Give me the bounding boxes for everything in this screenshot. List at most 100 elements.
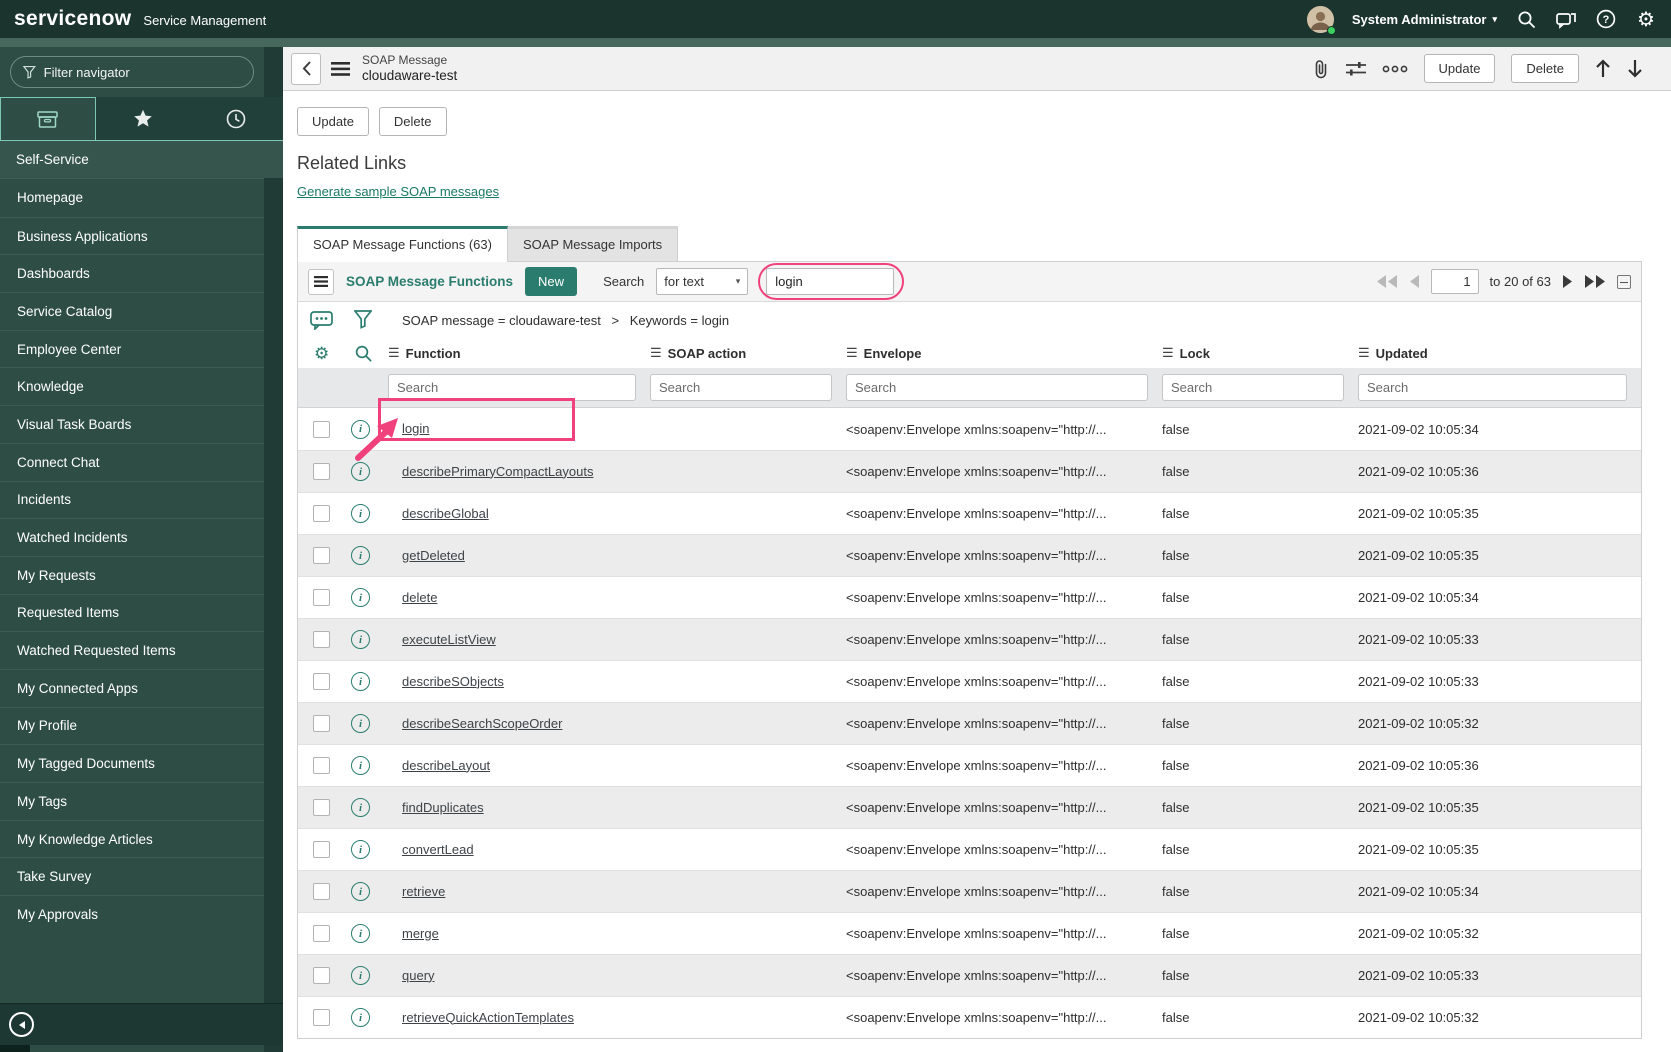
function-link[interactable]: describeSearchScopeOrder xyxy=(402,716,562,731)
header-update-button[interactable]: Update xyxy=(1423,54,1496,83)
row-checkbox[interactable] xyxy=(312,547,330,564)
column-header-updated[interactable]: ☰ Updated xyxy=(1358,345,1641,361)
function-link[interactable]: describeLayout xyxy=(402,758,490,773)
record-context-menu[interactable] xyxy=(331,61,350,76)
sidebar-nav-item[interactable]: Visual Task Boards xyxy=(0,405,283,443)
filter-funnel-icon[interactable] xyxy=(354,309,372,331)
info-icon[interactable]: i xyxy=(351,714,370,733)
function-link[interactable]: executeListView xyxy=(402,632,496,647)
function-link[interactable]: getDeleted xyxy=(402,548,465,563)
next-page-icon[interactable] xyxy=(1562,275,1573,288)
info-icon[interactable]: i xyxy=(351,966,370,985)
attachment-paperclip-icon[interactable] xyxy=(1312,59,1330,79)
user-menu[interactable]: System Administrator ▾ xyxy=(1352,12,1497,27)
personalize-sliders-icon[interactable] xyxy=(1345,61,1366,77)
tab-soap-message-imports[interactable]: SOAP Message Imports xyxy=(507,226,679,262)
function-link[interactable]: convertLead xyxy=(402,842,474,857)
minimize-list-icon[interactable] xyxy=(1617,274,1631,289)
function-link[interactable]: describeSObjects xyxy=(402,674,504,689)
last-page-icon[interactable] xyxy=(1584,275,1606,288)
envelope-column-search[interactable] xyxy=(846,374,1148,401)
breadcrumb-keywords[interactable]: Keywords = login xyxy=(630,313,729,328)
scroll-down-arrow-icon[interactable] xyxy=(1627,59,1643,78)
list-context-menu-button[interactable] xyxy=(308,268,334,295)
filter-navigator[interactable] xyxy=(10,56,254,88)
sidebar-nav-item[interactable]: My Knowledge Articles xyxy=(0,819,283,858)
help-icon[interactable]: ? xyxy=(1595,8,1617,30)
new-button[interactable]: New xyxy=(525,267,578,296)
function-link[interactable]: login xyxy=(402,421,429,436)
info-icon[interactable]: i xyxy=(351,1008,370,1027)
sidebar-nav-item[interactable]: My Connected Apps xyxy=(0,668,283,707)
row-checkbox[interactable] xyxy=(312,1009,330,1026)
row-checkbox[interactable] xyxy=(312,967,330,984)
column-header-function[interactable]: ☰ Function xyxy=(388,345,650,361)
sidebar-nav-item[interactable]: My Approvals xyxy=(0,895,283,933)
back-button[interactable] xyxy=(291,52,321,85)
connect-chat-icon[interactable] xyxy=(1555,8,1577,30)
info-icon[interactable]: i xyxy=(351,588,370,607)
personalize-list-gear-icon[interactable]: ⚙ xyxy=(314,345,329,362)
sidebar-nav-item[interactable]: My Tagged Documents xyxy=(0,744,283,782)
updated-column-search[interactable] xyxy=(1358,374,1627,401)
info-icon[interactable]: i xyxy=(351,419,370,439)
row-checkbox[interactable] xyxy=(312,925,330,942)
row-checkbox[interactable] xyxy=(312,715,330,732)
function-link[interactable]: describeGlobal xyxy=(402,506,489,521)
column-search-toggle-icon[interactable] xyxy=(355,345,372,362)
info-icon[interactable]: i xyxy=(351,630,370,649)
delete-button[interactable]: Delete xyxy=(378,107,447,136)
info-icon[interactable]: i xyxy=(351,756,370,775)
user-avatar[interactable] xyxy=(1306,5,1336,35)
sidebar-nav-item[interactable]: My Tags xyxy=(0,782,283,820)
sidebar-nav-item[interactable]: Business Applications xyxy=(0,216,283,255)
collapse-sidebar-button[interactable] xyxy=(9,1012,34,1037)
info-icon[interactable]: i xyxy=(351,924,370,943)
function-link[interactable]: describePrimaryCompactLayouts xyxy=(402,464,593,479)
sidebar-nav-item[interactable]: Requested Items xyxy=(0,593,283,632)
update-button[interactable]: Update xyxy=(297,107,369,136)
column-header-envelope[interactable]: ☰ Envelope xyxy=(846,345,1162,361)
row-checkbox[interactable] xyxy=(312,757,330,774)
function-link[interactable]: retrieveQuickActionTemplates xyxy=(402,1010,574,1025)
sidebar-nav-item[interactable]: Watched Incidents xyxy=(0,518,283,556)
sidebar-nav-item[interactable]: Dashboards xyxy=(0,254,283,292)
row-checkbox[interactable] xyxy=(312,841,330,858)
sidebar-nav-item[interactable]: Take Survey xyxy=(0,857,283,895)
sidebar-nav-item[interactable]: Incidents xyxy=(0,480,283,519)
scroll-up-arrow-icon[interactable] xyxy=(1595,59,1611,78)
row-checkbox[interactable] xyxy=(312,799,330,816)
tab-all-applications[interactable] xyxy=(0,97,96,140)
lock-column-search[interactable] xyxy=(1162,374,1344,401)
header-delete-button[interactable]: Delete xyxy=(1511,54,1579,83)
filter-navigator-input[interactable] xyxy=(43,64,241,80)
info-icon[interactable]: i xyxy=(351,882,370,901)
page-number-input[interactable] xyxy=(1430,269,1479,294)
search-mode-select[interactable]: for text ▾ xyxy=(656,268,749,295)
function-link[interactable]: query xyxy=(402,968,435,983)
function-link[interactable]: merge xyxy=(402,926,439,941)
info-icon[interactable]: i xyxy=(351,798,370,817)
row-checkbox[interactable] xyxy=(312,883,330,900)
info-icon[interactable]: i xyxy=(351,672,370,691)
nav-section-self-service[interactable]: Self-Service xyxy=(0,141,283,178)
info-icon[interactable]: i xyxy=(351,504,370,523)
global-search-icon[interactable] xyxy=(1515,8,1537,30)
column-header-soap-action[interactable]: ☰ SOAP action xyxy=(650,345,846,361)
sidebar-nav-item[interactable]: Employee Center xyxy=(0,329,283,368)
list-search-input[interactable] xyxy=(766,268,895,295)
tab-favorites[interactable] xyxy=(96,97,190,140)
sidebar-nav-item[interactable]: My Requests xyxy=(0,555,283,594)
info-icon[interactable]: i xyxy=(351,546,370,565)
sidebar-nav-item[interactable]: Connect Chat xyxy=(0,442,283,481)
row-checkbox[interactable] xyxy=(312,589,330,606)
row-checkbox[interactable] xyxy=(312,673,330,690)
generate-sample-soap-link[interactable]: Generate sample SOAP messages xyxy=(297,184,499,199)
function-column-search[interactable] xyxy=(388,374,636,401)
row-checkbox[interactable] xyxy=(312,631,330,648)
sidebar-nav-item[interactable]: Service Catalog xyxy=(0,292,283,330)
more-options-icon[interactable] xyxy=(1382,65,1408,73)
row-checkbox[interactable] xyxy=(312,420,330,438)
sidebar-nav-item[interactable]: Watched Requested Items xyxy=(0,631,283,669)
previous-page-icon[interactable] xyxy=(1409,275,1420,288)
